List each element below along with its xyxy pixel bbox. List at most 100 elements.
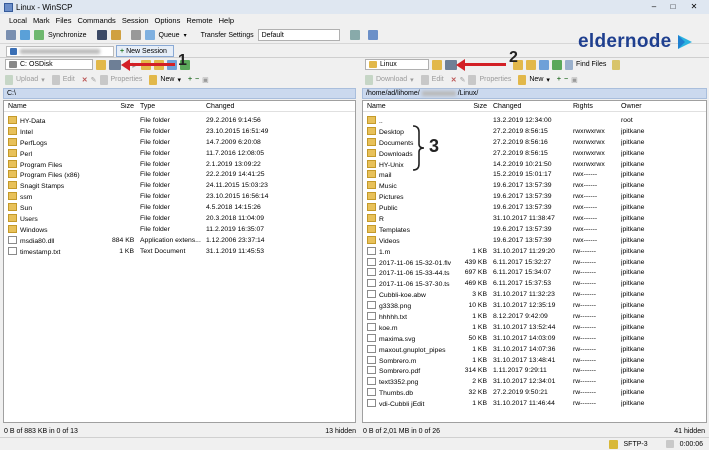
download-button[interactable]: Download xyxy=(376,76,407,83)
new-session-tab[interactable]: + New Session xyxy=(116,45,174,57)
chevron-down-icon[interactable]: ▾ xyxy=(184,32,187,39)
left-hidden-count[interactable]: 13 hidden xyxy=(325,428,356,435)
table-row[interactable]: PerfLogs File folder 14.7.2009 6:20:08 xyxy=(4,137,355,148)
sync-browse-icon[interactable] xyxy=(20,30,30,40)
properties-button[interactable]: Properties xyxy=(479,76,511,83)
refresh-icon[interactable] xyxy=(552,59,562,70)
new-button[interactable]: New xyxy=(160,76,174,83)
menu-remote[interactable]: Remote xyxy=(186,16,212,25)
table-row[interactable]: Program Files File folder 2.1.2019 13:09:2… xyxy=(4,159,355,170)
invert-selection-icon[interactable]: ▣ xyxy=(571,76,578,84)
column-rights[interactable]: Rights xyxy=(573,103,621,110)
column-changed[interactable]: Changed xyxy=(487,103,573,110)
upload-icon[interactable] xyxy=(5,74,13,85)
table-row[interactable]: Thumbs.db 32 KB 27.2.2019 9:50:21 rw-------… xyxy=(363,387,706,398)
column-changed[interactable]: Changed xyxy=(206,103,306,110)
menu-local[interactable]: Local xyxy=(9,16,27,25)
edit-button[interactable]: Edit xyxy=(432,76,444,83)
home-icon[interactable] xyxy=(539,59,549,70)
new-icon[interactable] xyxy=(149,74,158,85)
right-hidden-count[interactable]: 41 hidden xyxy=(674,428,705,435)
table-row[interactable]: 1.m 1 KB 31.10.2017 11:29:20 rw------- jpitk… xyxy=(363,246,706,257)
table-row[interactable]: 2017-11-06 15-32-01.flv 439 KB 6.11.2017 1… xyxy=(363,257,706,268)
table-row[interactable]: R 31.10.2017 11:38:47 rwx------ jpitkane xyxy=(363,213,706,224)
queue-button[interactable]: Queue xyxy=(159,32,180,39)
preferences-icon[interactable] xyxy=(130,30,141,40)
edit-icon[interactable] xyxy=(420,74,429,85)
filter-icon[interactable] xyxy=(109,59,121,70)
table-row[interactable]: maxout.gnuplot_pipes 1 KB 31.10.2017 14:07… xyxy=(363,344,706,355)
left-drive-select[interactable]: C: OSDisk xyxy=(5,59,93,70)
edit-button[interactable]: Edit xyxy=(63,76,75,83)
menu-files[interactable]: Files xyxy=(56,16,72,25)
table-row[interactable]: Public 19.6.2017 13:57:39 rwx------ jpitkan… xyxy=(363,202,706,213)
menu-mark[interactable]: Mark xyxy=(33,16,50,25)
table-row[interactable]: ssm File folder 23.10.2015 16:56:14 xyxy=(4,191,355,202)
table-row[interactable]: vdi-Cubbli jEdit 1 KB 31.10.2017 11:46:44 r… xyxy=(363,398,706,409)
column-owner[interactable]: Owner xyxy=(621,103,671,110)
delete-icon[interactable]: ✕ xyxy=(82,76,88,84)
table-row[interactable]: Videos 19.6.2017 13:57:39 rwx------ jpitkan… xyxy=(363,235,706,246)
bookmark-icon[interactable] xyxy=(612,59,621,70)
find-files-button[interactable]: Find Files xyxy=(576,61,606,68)
column-name[interactable]: Name xyxy=(363,103,455,110)
putty-icon[interactable] xyxy=(110,30,121,40)
menu-session[interactable]: Session xyxy=(122,16,149,25)
table-row[interactable]: text3352.png 2 KB 31.10.2017 12:34:01 rw---… xyxy=(363,376,706,387)
table-row[interactable]: Sombrero.pdf 314 KB 1.11.2017 9:29:11 rw---… xyxy=(363,365,706,376)
table-row[interactable]: Windows File folder 11.2.2019 16:35:07 xyxy=(4,224,355,235)
console-icon[interactable] xyxy=(96,30,107,40)
column-size[interactable]: Size xyxy=(112,103,134,110)
table-row[interactable]: Music 19.6.2017 13:57:39 rwx------ jpitkane xyxy=(363,180,706,191)
table-row[interactable]: 2017-11-06 15-33-44.ts 697 KB 6.11.2017 15… xyxy=(363,267,706,278)
column-name[interactable]: Name xyxy=(4,103,112,110)
session-tab[interactable] xyxy=(6,46,114,57)
rename-icon[interactable]: ✎ xyxy=(460,76,466,84)
new-button[interactable]: New xyxy=(529,76,543,83)
table-row[interactable]: 2017-11-06 15-37-30.ts 469 KB 6.11.2017 15… xyxy=(363,278,706,289)
table-row[interactable]: msdia80.dll 884 KB Application extens... 1.… xyxy=(4,235,355,246)
menu-help[interactable]: Help xyxy=(219,16,234,25)
left-path-bar[interactable]: C:\ xyxy=(3,88,356,99)
chevron-down-icon[interactable]: ▾ xyxy=(177,76,181,84)
right-path-bar[interactable]: /home/ad/lihome/ /Linux/ xyxy=(362,88,707,99)
table-row[interactable]: koe.m 1 KB 31.10.2017 13:52:44 rw------- jpi… xyxy=(363,322,706,333)
invert-selection-icon[interactable]: ▣ xyxy=(202,76,209,84)
synchronize-icon[interactable] xyxy=(34,30,44,40)
upload-button[interactable]: Upload xyxy=(16,76,38,83)
minimize-button[interactable]: – xyxy=(646,1,662,12)
left-file-list[interactable]: Name Size Type Changed HY-Data File folde… xyxy=(3,100,356,423)
add-bookmark-icon[interactable] xyxy=(6,30,16,40)
table-row[interactable]: Templates 19.6.2017 13:57:39 rwx------ jpit… xyxy=(363,224,706,235)
open-folder-icon[interactable] xyxy=(96,59,106,70)
synchronize-button[interactable]: Synchronize xyxy=(48,32,87,39)
queue-icon[interactable] xyxy=(144,30,155,40)
table-row[interactable]: Pictures 19.6.2017 13:57:39 rwx------ jpitk… xyxy=(363,191,706,202)
rename-icon[interactable]: ✎ xyxy=(91,76,97,84)
table-row[interactable]: Cubbli-koe.abw 3 KB 31.10.2017 11:32:23 rw-… xyxy=(363,289,706,300)
chevron-down-icon[interactable]: ▾ xyxy=(546,76,550,84)
table-row[interactable]: Snagit Stamps File folder 24.11.2015 15:03… xyxy=(4,180,355,191)
chevron-down-icon[interactable]: ▾ xyxy=(410,76,414,84)
transfer-options-icon[interactable] xyxy=(349,30,360,40)
table-row[interactable]: Intel File folder 23.10.2015 16:51:49 xyxy=(4,126,355,137)
table-row[interactable]: hhhhh.txt 1 KB 8.12.2017 9:42:09 rw------- j… xyxy=(363,311,706,322)
table-row[interactable]: timestamp.txt 1 KB Text Document 31.1.2019 … xyxy=(4,246,355,257)
open-folder-icon[interactable] xyxy=(432,59,442,70)
unselect-icon[interactable]: − xyxy=(564,76,568,83)
transfer-settings-select[interactable]: Default xyxy=(257,29,340,41)
column-size[interactable]: Size xyxy=(455,103,487,110)
global-icon[interactable] xyxy=(367,30,378,40)
maximize-button[interactable]: □ xyxy=(665,1,681,12)
table-row[interactable]: Perl File folder 11.7.2016 12:08:05 xyxy=(4,148,355,159)
table-row[interactable]: Sombrero.m 1 KB 31.10.2017 13:48:41 rw-----… xyxy=(363,355,706,366)
properties-button[interactable]: Properties xyxy=(111,76,143,83)
edit-icon[interactable] xyxy=(51,74,60,85)
new-icon[interactable] xyxy=(518,74,527,85)
right-drive-select[interactable]: Linux xyxy=(365,59,429,70)
column-type[interactable]: Type xyxy=(134,103,206,110)
table-row[interactable]: HY-Data File folder 29.2.2016 9:14:56 xyxy=(4,115,355,126)
find-icon[interactable] xyxy=(565,59,573,70)
unselect-icon[interactable]: − xyxy=(195,76,199,83)
delete-icon[interactable]: ✕ xyxy=(451,76,457,84)
